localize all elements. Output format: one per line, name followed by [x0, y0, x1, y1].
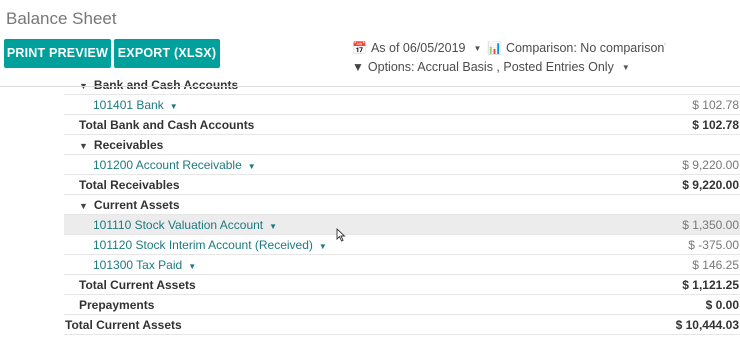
- total-row-bank-cash: Total Bank and Cash Accounts $ 102.78: [64, 115, 740, 135]
- chevron-down-icon: ▼: [247, 162, 256, 171]
- total-label: Total Bank and Cash Accounts: [79, 118, 255, 132]
- account-value: $ 146.25: [692, 258, 739, 272]
- page-title: Balance Sheet: [6, 9, 117, 28]
- comparison-filter-label: Comparison: No comparison: [505, 41, 665, 55]
- total-row-current-assets: Total Current Assets $ 1,121.25: [64, 275, 740, 295]
- date-filter-label: As of 06/05/2019: [370, 41, 466, 55]
- report-header: Balance Sheet PRINT PREVIEW EXPORT (XLSX…: [0, 0, 740, 86]
- account-row-stock-interim[interactable]: 101120 Stock Interim Account (Received) ▼…: [64, 235, 740, 255]
- chevron-down-icon: ▼: [318, 242, 327, 251]
- print-preview-button[interactable]: PRINT PREVIEW: [4, 39, 111, 68]
- chevron-down-icon: ▼: [473, 43, 482, 53]
- total-value: $ 9,220.00: [682, 178, 739, 192]
- total-row-receivables: Total Receivables $ 9,220.00: [64, 175, 740, 195]
- account-link[interactable]: 101300 Tax Paid ▼: [93, 255, 196, 277]
- total-label: Total Receivables: [79, 178, 180, 192]
- header-divider: [0, 86, 740, 87]
- options-filter-label: Options: Accrual Basis , Posted Entries …: [367, 60, 614, 74]
- section-row-current-assets[interactable]: ▼ Current Assets: [64, 195, 740, 215]
- bar-chart-icon: 📊: [487, 41, 502, 55]
- section-label: ▼ Current Assets: [79, 198, 180, 212]
- grand-total-row-current-assets: Total Current Assets $ 10,444.03: [64, 315, 740, 335]
- section-row-receivables[interactable]: ▼ Receivables: [64, 135, 740, 155]
- calendar-icon: 📅: [352, 41, 367, 55]
- chevron-down-icon: ▼: [269, 222, 278, 231]
- mouse-cursor-icon: [336, 228, 346, 242]
- account-value: $ 9,220.00: [682, 158, 739, 172]
- account-row-stock-valuation[interactable]: 101110 Stock Valuation Account ▼ $ 1,350.…: [64, 215, 740, 235]
- date-filter-dropdown[interactable]: 📅 As of 06/05/2019 ▼: [352, 41, 481, 55]
- export-xlsx-button[interactable]: EXPORT (XLSX): [114, 39, 220, 68]
- total-label: Total Current Assets: [65, 318, 182, 332]
- options-filter-dropdown[interactable]: ▼ Options: Accrual Basis , Posted Entrie…: [352, 60, 630, 74]
- total-value: $ 1,121.25: [682, 278, 739, 292]
- scroll-tick-mark: ': [664, 42, 666, 53]
- caret-down-icon: ▼: [79, 201, 88, 211]
- chevron-down-icon: ▼: [621, 62, 630, 72]
- caret-down-icon: ▼: [79, 141, 88, 151]
- total-label: Prepayments: [79, 298, 155, 312]
- total-value: $ 10,444.03: [675, 318, 739, 332]
- account-row-tax-paid[interactable]: 101300 Tax Paid ▼ $ 146.25: [64, 255, 740, 275]
- account-link[interactable]: 101200 Account Receivable ▼: [93, 155, 256, 177]
- account-value: $ 1,350.00: [682, 218, 739, 232]
- section-row-bank-cash-cut[interactable]: ▼ Bank and Cash Accounts: [64, 75, 740, 95]
- account-link[interactable]: 101401 Bank ▼: [93, 95, 178, 117]
- section-label: ▼ Receivables: [79, 138, 164, 152]
- filter-icon: ▼: [352, 60, 364, 74]
- total-value: $ 102.78: [692, 118, 739, 132]
- account-link[interactable]: 101110 Stock Valuation Account ▼: [93, 215, 277, 237]
- account-link[interactable]: 101120 Stock Interim Account (Received) ▼: [93, 235, 327, 257]
- account-value: $ -375.00: [688, 238, 739, 252]
- total-label: Total Current Assets: [79, 278, 196, 292]
- chevron-down-icon: ▼: [188, 262, 197, 271]
- account-row-bank[interactable]: 101401 Bank ▼ $ 102.78: [64, 95, 740, 115]
- total-value: $ 0.00: [705, 298, 739, 312]
- comparison-filter-dropdown[interactable]: 📊 Comparison: No comparison: [487, 41, 664, 55]
- row-prepayments: Prepayments $ 0.00: [64, 295, 740, 315]
- account-row-receivable[interactable]: 101200 Account Receivable ▼ $ 9,220.00: [64, 155, 740, 175]
- chevron-down-icon: ▼: [169, 102, 178, 111]
- account-value: $ 102.78: [692, 98, 739, 112]
